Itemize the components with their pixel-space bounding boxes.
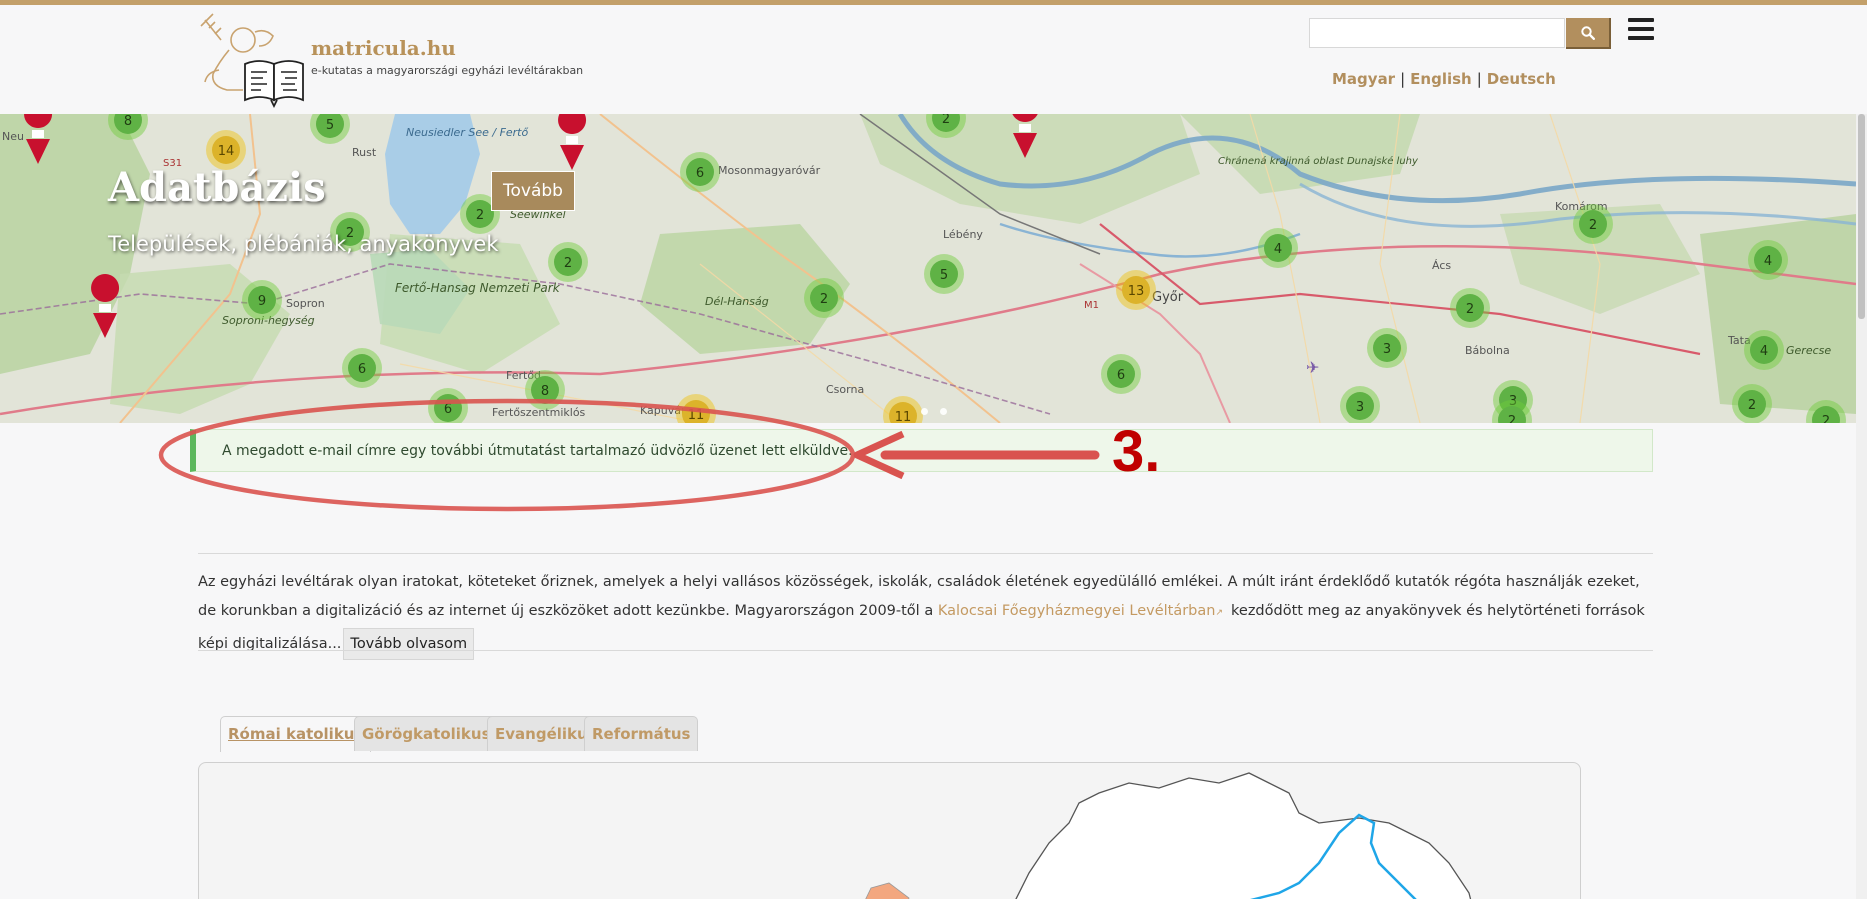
tab-romai-katolikus[interactable]: Római katolikus — [220, 716, 372, 752]
map-cluster[interactable]: 4 — [1258, 228, 1298, 268]
site-tagline: e-kutatas a magyarországi egyházi levélt… — [311, 64, 584, 77]
map-cluster[interactable]: 2 — [1450, 288, 1490, 328]
airport-icon: ✈ — [1306, 358, 1319, 377]
map-cluster[interactable]: 2 — [804, 278, 844, 318]
external-link-icon: ↗ — [1215, 608, 1224, 618]
lang-english-link[interactable]: English — [1410, 70, 1472, 88]
map-label: Lébény — [943, 228, 983, 241]
scrollbar-thumb[interactable] — [1858, 114, 1865, 319]
map-cluster[interactable]: 6 — [1101, 354, 1141, 394]
cluster-count: 2 — [1508, 414, 1516, 423]
cluster-count: 13 — [1128, 284, 1145, 299]
annotation-step-label: 3. — [1112, 419, 1161, 484]
map-label: Győr — [1152, 290, 1184, 305]
map-label: Mosonmagyaróvár — [718, 164, 821, 177]
annotation-overlay — [158, 398, 1100, 512]
archive-link[interactable]: Kalocsai Főegyházmegyei Levéltárban — [938, 603, 1216, 619]
cluster-count: 3 — [1356, 400, 1364, 415]
map-cluster[interactable]: 4 — [1748, 240, 1788, 280]
hero-title: Adatbázis — [108, 164, 326, 211]
map-cluster[interactable]: 5 — [924, 254, 964, 294]
top-accent-bar — [0, 0, 1867, 5]
map-label: M1 — [1084, 300, 1099, 311]
site-name[interactable]: matricula.hu — [311, 36, 456, 60]
hamburger-menu-icon[interactable] — [1628, 18, 1654, 44]
map-label: Csorna — [826, 383, 864, 396]
cluster-count: 4 — [1760, 344, 1768, 359]
cluster-count: 4 — [1764, 254, 1772, 269]
cluster-count: 14 — [218, 144, 235, 159]
search-button[interactable] — [1566, 18, 1611, 49]
cluster-count: 4 — [1274, 242, 1282, 257]
hungary-map-panel[interactable] — [198, 762, 1581, 899]
map-label: Dél-Hanság — [705, 295, 769, 308]
map-label: Ács — [1432, 259, 1451, 272]
map-label: Gerecse — [1786, 344, 1831, 357]
search-input[interactable] — [1309, 18, 1565, 48]
map-cluster[interactable]: 3 — [1367, 328, 1407, 368]
page-scrollbar[interactable] — [1856, 114, 1867, 899]
map-label: Bábolna — [1465, 344, 1510, 357]
cluster-count: 5 — [326, 118, 334, 133]
lang-deutsch-link[interactable]: Deutsch — [1487, 70, 1556, 88]
map-cluster[interactable]: 9 — [242, 280, 282, 320]
map-label: Neusiedler See / Fertő — [406, 126, 528, 139]
hero-more-button[interactable]: Tovább — [491, 171, 575, 211]
cluster-count: 5 — [940, 268, 948, 283]
search-icon — [1580, 25, 1595, 40]
read-more-button[interactable]: Tovább olvasom — [343, 628, 475, 660]
divider — [198, 650, 1653, 651]
language-switcher: Magyar | English | Deutsch — [1332, 70, 1556, 88]
map-label: Sopron — [286, 297, 325, 310]
map-cluster[interactable]: 6 — [680, 152, 720, 192]
map-label: Rust — [352, 146, 377, 159]
cluster-count: 6 — [358, 362, 366, 377]
cluster-count: 6 — [1117, 368, 1125, 383]
tab-gorogkatolikus[interactable]: Görögkatolikus — [354, 716, 499, 751]
cluster-count: 2 — [1748, 398, 1756, 413]
hero-map-carousel[interactable]: Rust Neusiedler See / Fertő Seewinkel Fe… — [0, 114, 1856, 423]
tab-reformatus[interactable]: Református — [584, 716, 699, 751]
cluster-count: 2 — [476, 208, 484, 223]
map-cluster[interactable]: 4 — [1744, 330, 1784, 370]
map-label: Chránená krajinná oblast Dunajské luhy — [1218, 155, 1419, 167]
cluster-count: 2 — [564, 256, 572, 271]
map-label: Fertő-Hansag Nemzeti Park — [395, 281, 561, 295]
cluster-count: 2 — [1466, 302, 1474, 317]
hungary-map[interactable] — [199, 763, 1581, 899]
matricula-logo-icon[interactable] — [199, 12, 305, 108]
cluster-count: 3 — [1383, 342, 1391, 357]
map-label: Neu — [2, 130, 24, 143]
cluster-count: 2 — [1822, 414, 1830, 423]
cluster-count: 6 — [696, 166, 704, 181]
map-cluster[interactable]: 2 — [548, 242, 588, 282]
map-cluster[interactable]: 2 — [1732, 384, 1772, 423]
intro-text: Az egyházi levéltárak olyan iratokat, kö… — [198, 568, 1658, 660]
cluster-count: 2 — [942, 114, 950, 127]
map-cluster[interactable]: 13 — [1116, 270, 1156, 310]
cluster-count: 8 — [541, 384, 549, 399]
hero-subtitle: Települések, plébániák, anyakönyvek — [108, 232, 499, 256]
lang-magyar-link[interactable]: Magyar — [1332, 70, 1395, 88]
map-cluster[interactable]: 6 — [342, 348, 382, 388]
cluster-count: 2 — [1589, 218, 1597, 233]
map-cluster[interactable]: 2 — [1573, 204, 1613, 244]
cluster-count: 2 — [820, 292, 828, 307]
cluster-count: 8 — [124, 114, 132, 129]
divider — [198, 553, 1653, 554]
cluster-count: 9 — [258, 294, 266, 309]
background-map[interactable]: Rust Neusiedler See / Fertő Seewinkel Fe… — [0, 114, 1856, 423]
